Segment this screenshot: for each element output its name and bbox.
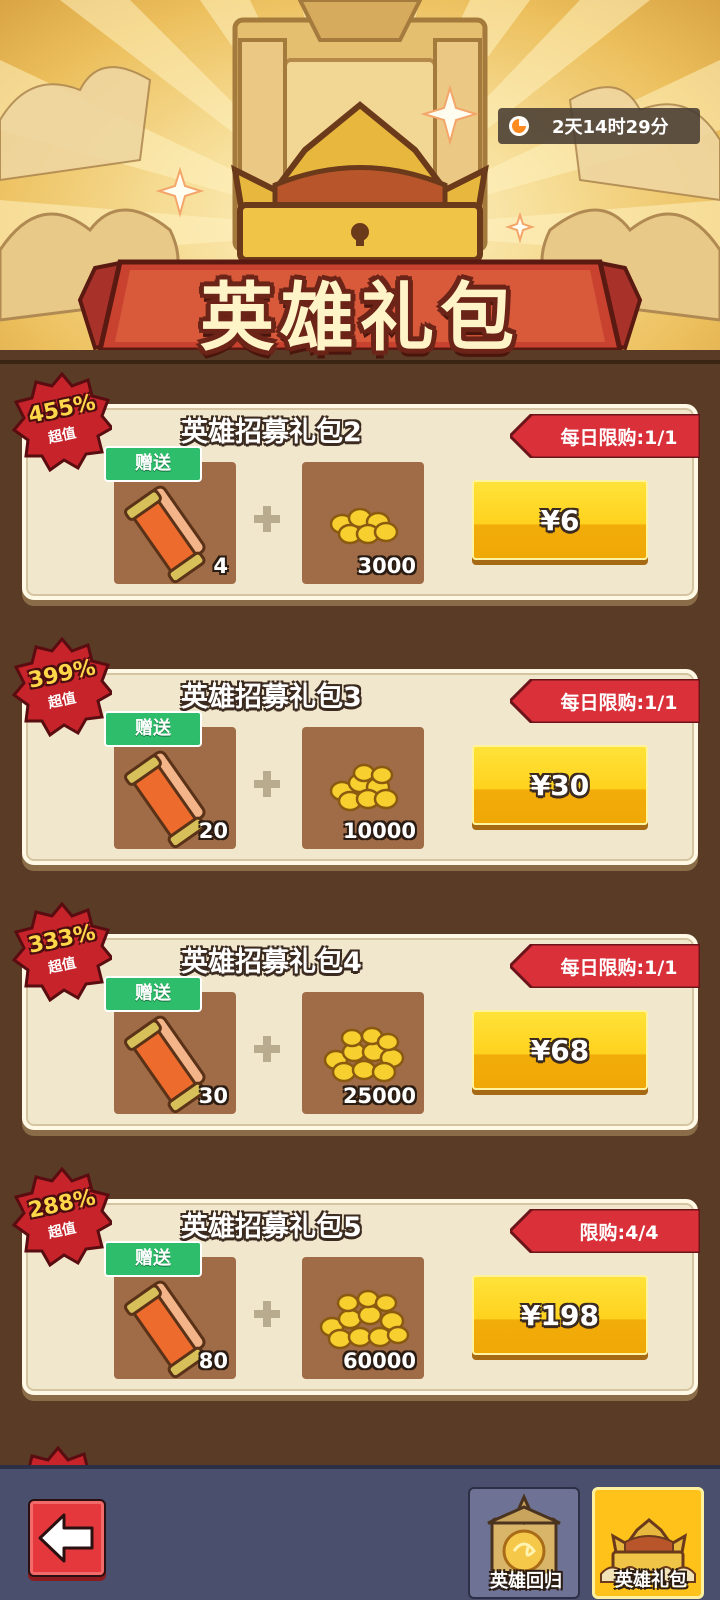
pack-title: 英雄招募礼包5 (181, 1212, 362, 1243)
clock-icon (509, 116, 529, 136)
item-quantity: 4 (213, 554, 228, 578)
buy-button[interactable]: ¥6 (472, 480, 648, 560)
item-quantity: 10000 (342, 819, 416, 843)
item-slot-gold-coins[interactable]: 3000 (302, 462, 424, 584)
gift-tag: 赠送 (104, 711, 202, 747)
purchase-limit-text: 限购:4/4 (579, 1221, 659, 1244)
purchase-limit-text: 每日限购:1/1 (560, 956, 678, 979)
arrow-left-icon (38, 1513, 94, 1563)
plus-icon (254, 771, 280, 797)
plus-icon (254, 1036, 280, 1062)
plus-icon (254, 506, 280, 532)
header-banner: 英雄礼包 2天14时29分 (0, 0, 720, 360)
countdown-timer: 2天14时29分 (498, 108, 700, 144)
pack-card: 英雄招募礼包4 每日限购:1/1 30 25000 赠送 ¥68 333% 超值 (12, 902, 700, 1130)
pack-card: 英雄招募礼包5 限购:4/4 80 60000 赠送 ¥198 288% 超值 (12, 1167, 700, 1395)
value-badge: 288% 超值 (12, 1167, 112, 1267)
value-badge: 333% 超值 (12, 902, 112, 1002)
item-quantity: 30 (198, 1084, 228, 1108)
plus-icon (254, 1301, 280, 1327)
item-slot-gold-coins[interactable]: 60000 (302, 1257, 424, 1379)
item-quantity: 3000 (357, 554, 416, 578)
pack-card: 英雄招募礼包2 每日限购:1/1 4 3000 赠送 ¥6 455% 超值 (12, 372, 700, 600)
buy-button[interactable]: ¥198 (472, 1275, 648, 1355)
timer-text: 2天14时29分 (552, 117, 669, 138)
pack-title: 英雄招募礼包2 (181, 417, 362, 448)
bottom-bar: 英雄回归 英雄礼包 (0, 1465, 720, 1600)
item-quantity: 25000 (342, 1084, 416, 1108)
buy-button[interactable]: ¥68 (472, 1010, 648, 1090)
item-quantity: 20 (198, 819, 228, 843)
purchase-limit-tag: 每日限购:1/1 (510, 414, 700, 458)
purchase-limit-text: 每日限购:1/1 (560, 691, 678, 714)
purchase-limit-text: 每日限购:1/1 (560, 426, 678, 449)
item-quantity: 60000 (342, 1349, 416, 1373)
item-slot-gold-coins[interactable]: 10000 (302, 727, 424, 849)
value-badge: 455% 超值 (12, 372, 112, 472)
gift-tag: 赠送 (104, 976, 202, 1012)
pack-title: 英雄招募礼包4 (181, 947, 362, 978)
purchase-limit-tag: 每日限购:1/1 (510, 679, 700, 723)
tab-hero-pack[interactable]: 英雄礼包 (592, 1487, 704, 1599)
buy-button[interactable]: ¥30 (472, 745, 648, 825)
back-button[interactable] (28, 1499, 106, 1577)
tab-hero-return[interactable]: 英雄回归 (468, 1487, 580, 1599)
value-badge: 399% 超值 (12, 637, 112, 737)
purchase-limit-tag: 限购:4/4 (510, 1209, 700, 1253)
page-title: 英雄礼包 (200, 275, 520, 360)
tab-label: 英雄礼包 (615, 1570, 687, 1591)
pack-card: 英雄招募礼包3 每日限购:1/1 20 10000 赠送 ¥30 399% 超值 (12, 637, 700, 865)
pack-title: 英雄招募礼包3 (181, 682, 362, 713)
gift-tag: 赠送 (104, 1241, 202, 1277)
purchase-limit-tag: 每日限购:1/1 (510, 944, 700, 988)
item-slot-gold-coins[interactable]: 25000 (302, 992, 424, 1114)
gift-tag: 赠送 (104, 446, 202, 482)
next-value-badge-peek (28, 1446, 89, 1465)
tab-label: 英雄回归 (490, 1571, 562, 1592)
pack-list[interactable]: 英雄招募礼包2 每日限购:1/1 4 3000 赠送 ¥6 455% 超值 英雄… (0, 360, 720, 1465)
item-quantity: 80 (198, 1349, 228, 1373)
